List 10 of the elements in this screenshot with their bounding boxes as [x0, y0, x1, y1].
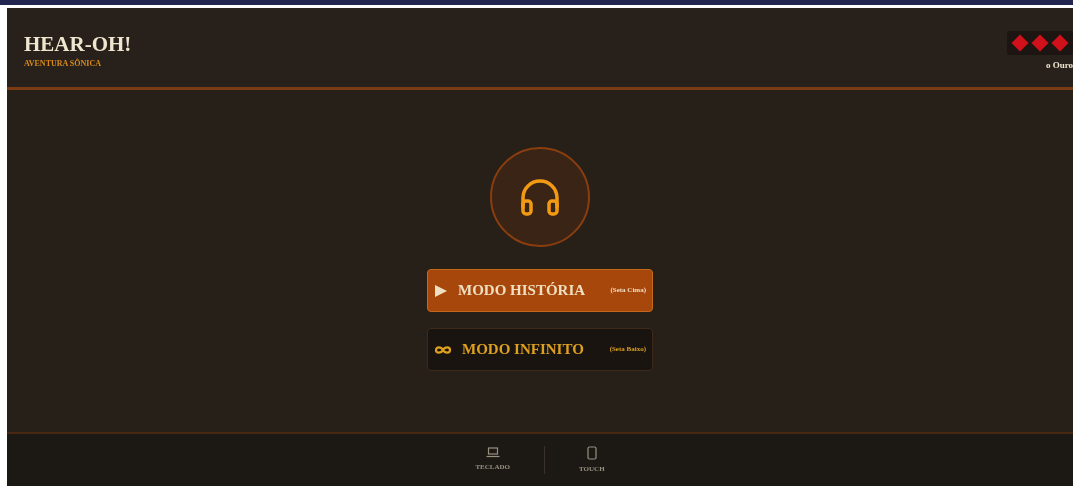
mode-label: MODO HISTÓRIA [458, 281, 586, 301]
laptop-icon [485, 447, 500, 459]
phone-icon [586, 445, 597, 460]
headphones-icon [519, 177, 561, 217]
app-subtitle: AVENTURA SÔNICA [24, 58, 102, 70]
app-title: HEAR-OH! [24, 34, 132, 55]
play-icon [434, 283, 448, 298]
infinity-icon [434, 344, 452, 355]
mode-label: MODO INFINITO [462, 340, 584, 360]
rank-label: o Ouro [1044, 59, 1073, 72]
